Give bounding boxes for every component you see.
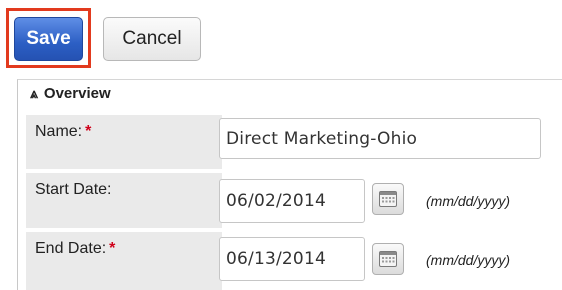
start-date-format-hint: (mm/dd/yyyy)	[426, 193, 510, 209]
calendar-icon	[379, 191, 397, 207]
end-date-label-cell: End Date: *	[26, 232, 222, 290]
end-date-label: End Date:	[35, 240, 107, 257]
start-date-label-cell: Start Date:	[26, 173, 222, 228]
name-label-cell: Name: *	[26, 115, 222, 169]
name-label: Name:	[35, 123, 83, 140]
end-date-format-hint: (mm/dd/yyyy)	[426, 252, 510, 268]
double-chevron-up-icon[interactable]: ⩓	[30, 85, 38, 102]
overview-panel: ⩓ Overview Name: * Direct Marketing-Ohio …	[17, 79, 562, 290]
name-required-marker: *	[85, 123, 92, 140]
end-date-calendar-button[interactable]	[372, 243, 404, 275]
start-date-label: Start Date:	[35, 181, 112, 198]
end-date-input[interactable]: 06/13/2014	[219, 237, 365, 281]
overview-header[interactable]: ⩓ Overview	[18, 80, 562, 106]
start-date-calendar-button[interactable]	[372, 183, 404, 215]
end-date-required-marker: *	[109, 240, 116, 257]
calendar-icon	[379, 251, 397, 267]
cancel-button[interactable]: Cancel	[103, 17, 201, 61]
overview-title: Overview	[43, 84, 111, 102]
save-button[interactable]: Save	[14, 17, 83, 61]
name-input[interactable]: Direct Marketing-Ohio	[219, 118, 541, 159]
start-date-input[interactable]: 06/02/2014	[219, 179, 365, 223]
